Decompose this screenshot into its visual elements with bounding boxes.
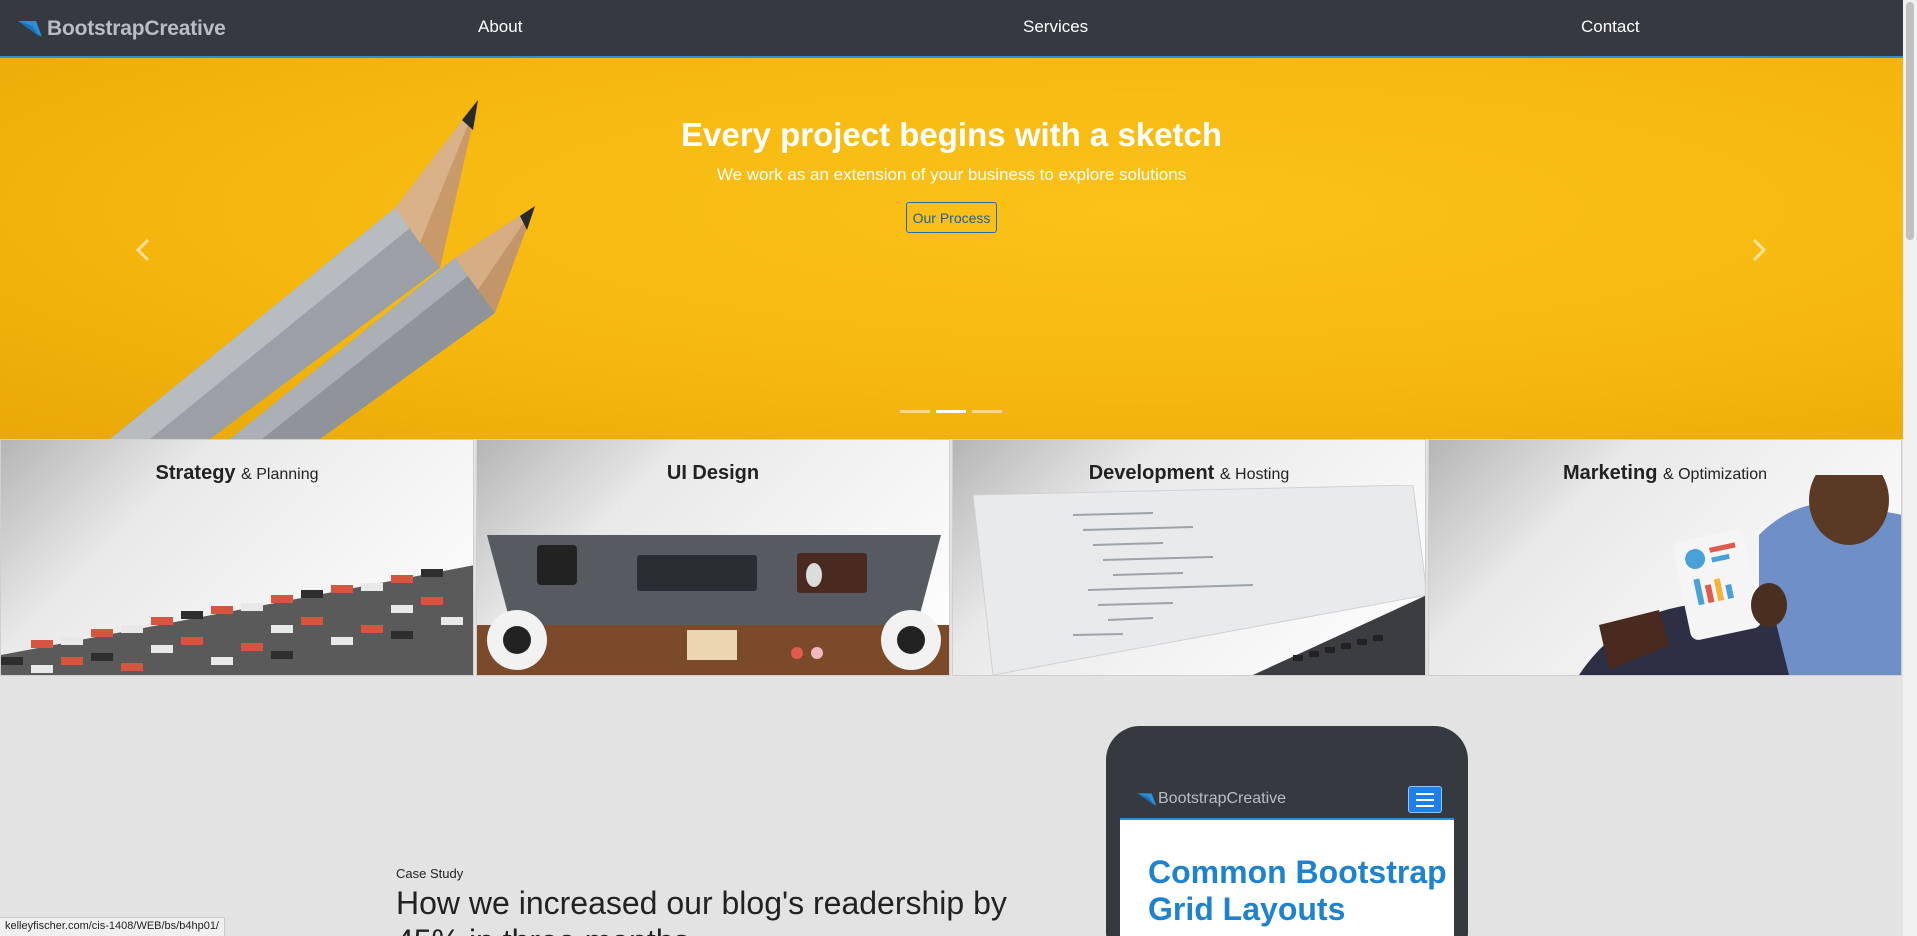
case-study-label: Case Study	[396, 866, 464, 881]
scrollbar-thumb[interactable]	[1906, 2, 1914, 240]
hamburger-menu-icon[interactable]	[1408, 786, 1442, 813]
service-rest: & Hosting	[1219, 466, 1290, 483]
nav-contact-link[interactable]: Contact	[1581, 17, 1640, 37]
hero-subtitle: We work as an extension of your business…	[716, 165, 1187, 184]
carousel-indicators	[900, 410, 1002, 413]
nav-services-link[interactable]: Services	[1023, 17, 1088, 37]
laptop-code-photo	[972, 485, 1425, 675]
page: BootstrapCreative About Services Contact	[0, 0, 1917, 936]
phone-headline: Common Bootstrap Grid Layouts	[1148, 854, 1447, 927]
phone-navbar: BootstrapCreative	[1120, 780, 1454, 820]
service-tile-marketing[interactable]: Marketing & Optimization	[1428, 439, 1902, 676]
phone-screen: BootstrapCreative Common Bootstrap Grid …	[1120, 780, 1454, 936]
brand-logo-icon	[18, 21, 42, 37]
brand-logo-icon	[1137, 792, 1157, 806]
carousel-indicator-1[interactable]	[900, 410, 930, 413]
phone-brand: BootstrapCreative	[1136, 790, 1286, 808]
case-study-title: How we increased our blog's readership b…	[396, 885, 1007, 936]
brand-name: BootstrapCreative	[47, 17, 226, 40]
carousel-prev-button[interactable]	[128, 230, 158, 270]
carousel-indicator-3[interactable]	[972, 410, 1002, 413]
service-main: Development	[1088, 462, 1215, 484]
status-bar-url: kelleyfischer.com/cis-1408/WEB/bs/b4hp01…	[0, 917, 225, 936]
service-tile-development[interactable]: Development & Hosting	[952, 439, 1426, 676]
our-process-button[interactable]: Our Process	[906, 202, 997, 233]
page-scrollbar[interactable]	[1903, 0, 1917, 936]
service-title: Strategy & Planning	[1, 462, 473, 485]
service-tile-strategy[interactable]: Strategy & Planning	[0, 439, 474, 676]
hero-title: Every project begins with a sketch	[680, 116, 1223, 153]
chevron-right-icon	[1752, 238, 1767, 262]
service-tile-ui-design[interactable]: UI Design	[476, 439, 950, 676]
service-title: Development & Hosting	[953, 462, 1425, 485]
brand-link[interactable]: BootstrapCreative	[16, 14, 226, 44]
service-rest: & Planning	[241, 466, 319, 483]
hero-carousel: Every project begins with a sketch We wo…	[0, 58, 1903, 439]
service-main: Strategy	[155, 462, 236, 484]
tiles-photo	[1, 565, 473, 675]
phone-mockup: BootstrapCreative Common Bootstrap Grid …	[1106, 726, 1468, 936]
navbar: BootstrapCreative About Services Contact	[0, 0, 1903, 58]
carousel-indicator-2[interactable]	[936, 410, 966, 413]
service-main: UI Design	[666, 462, 760, 484]
chevron-left-icon	[135, 238, 150, 262]
tablet-marketing-photo	[1579, 475, 1901, 675]
nav-about-link[interactable]: About	[478, 17, 522, 37]
phone-brand-name: BootstrapCreative	[1158, 790, 1287, 807]
carousel-next-button[interactable]	[1744, 230, 1774, 270]
desk-photo	[477, 535, 949, 675]
service-title: UI Design	[477, 462, 949, 485]
